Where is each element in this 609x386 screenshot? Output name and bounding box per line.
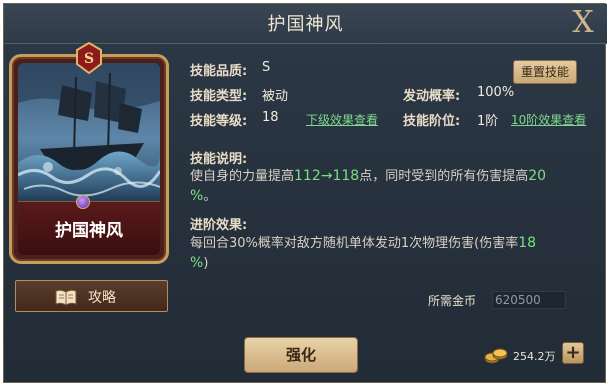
card-name-band: 护国神风 xyxy=(18,201,160,255)
advanced-end: ) xyxy=(203,256,209,271)
description-line1: 使自身的力量提高112→118点，同时受到的所有伤害提高20 xyxy=(190,166,590,187)
description-percent: % xyxy=(190,188,204,204)
guide-button[interactable]: 攻略 xyxy=(15,280,168,312)
description-line2: %。 xyxy=(190,186,590,207)
description-damage-value: 20 xyxy=(528,168,547,184)
skill-artwork xyxy=(18,63,160,201)
tier-label: 技能阶位: xyxy=(403,114,461,129)
cost-value-box: 620500 xyxy=(492,291,566,309)
tier10-effect-link[interactable]: 10阶效果查看 xyxy=(511,111,586,128)
cost-label: 所需金币 xyxy=(428,294,477,308)
quality-value: S xyxy=(262,60,271,75)
description-end: 。 xyxy=(203,189,217,204)
title-bar: 护国神风 X xyxy=(4,4,607,44)
level-label: 技能等级: xyxy=(190,114,248,129)
advanced-percent: % xyxy=(190,255,204,271)
rank-badge: S xyxy=(75,41,103,75)
description-title: 技能说明: xyxy=(190,152,248,167)
description-text-2: 点，同时受到的所有伤害提高 xyxy=(359,169,529,184)
window-title: 护国神风 xyxy=(267,14,344,35)
trigger-label: 发动概率: xyxy=(403,89,461,104)
type-value: 被动 xyxy=(262,89,289,104)
card-skill-name: 护国神风 xyxy=(55,221,123,241)
add-currency-button[interactable]: + xyxy=(562,342,584,364)
advanced-line1: 每回合30%概率对敌方随机单体发动1次物理伤害(伤害率18 xyxy=(190,233,600,254)
trigger-value: 100% xyxy=(477,85,515,100)
level-value: 18 xyxy=(262,110,279,125)
skill-card: 护国神风 S xyxy=(9,41,169,264)
enhance-button[interactable]: 强化 xyxy=(244,337,358,373)
reset-skill-button[interactable]: 重置技能 xyxy=(513,60,577,84)
book-icon xyxy=(54,288,78,306)
currency-amount: 254.2万 xyxy=(513,350,556,363)
card-frame: 护国神风 xyxy=(9,54,169,264)
gem-icon xyxy=(76,195,90,209)
advanced-text-1: 每回合30%概率对敌方随机单体发动1次物理伤害(伤害率 xyxy=(190,236,519,251)
next-level-effect-link[interactable]: 下级效果查看 xyxy=(306,111,378,128)
tier-value: 1阶 xyxy=(477,114,499,129)
advanced-damage-rate: 18 xyxy=(518,235,537,251)
quality-label: 技能品质: xyxy=(190,64,248,79)
advanced-title: 进阶效果: xyxy=(190,218,248,233)
cost-value: 620500 xyxy=(495,293,541,307)
description-text-1: 使自身的力量提高 xyxy=(190,169,295,184)
advanced-line2: %) xyxy=(190,253,590,274)
guide-button-label: 攻略 xyxy=(88,290,116,306)
description-strength-range: 112→118 xyxy=(294,168,360,184)
gold-coins-icon xyxy=(484,345,508,365)
rank-letter: S xyxy=(84,51,94,67)
type-label: 技能类型: xyxy=(190,89,248,104)
close-button[interactable]: X xyxy=(569,6,597,40)
